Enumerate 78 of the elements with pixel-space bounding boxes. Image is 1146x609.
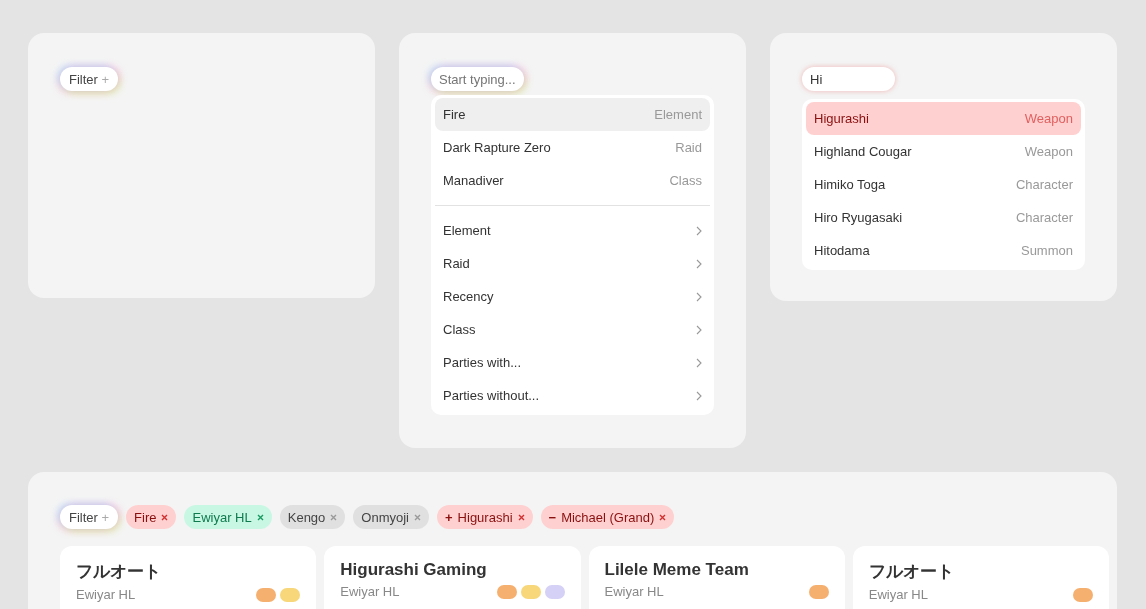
remove-icon[interactable] <box>330 513 338 521</box>
party-subtitle: Ewiyar HL <box>340 584 400 599</box>
category-label: Class <box>669 173 702 188</box>
party-subtitle: Ewiyar HL <box>76 587 136 602</box>
filter-button[interactable]: Filter + <box>60 505 119 529</box>
remove-icon[interactable] <box>161 513 169 521</box>
result-label: Hiro Ryugasaki <box>814 210 903 225</box>
submenu-item[interactable]: Parties with... <box>435 346 710 379</box>
party-title: Lilele Meme Team <box>604 560 750 580</box>
party-subtitle: Ewiyar HL <box>868 587 928 602</box>
suggestion-label: Fire <box>443 107 466 122</box>
search-field[interactable]: Start typing... <box>431 67 524 91</box>
category-label: Weapon <box>1024 144 1073 159</box>
filter-chip[interactable]: + Higurashi <box>437 505 533 529</box>
filter-button[interactable]: Filter + <box>60 67 119 91</box>
chip-label: Kengo <box>287 509 326 525</box>
filter-chip[interactable]: − Michael (Grand) <box>540 505 675 529</box>
remove-icon[interactable] <box>517 513 525 521</box>
chip-prefix: − <box>548 509 557 525</box>
chip-label: Higurashi <box>457 509 513 525</box>
result-item[interactable]: Hiro Ryugasaki Character <box>806 201 1081 234</box>
chevron-icon <box>696 324 702 335</box>
submenu-item[interactable]: Element <box>435 214 710 247</box>
suggestion-label: Manadiver <box>443 173 504 188</box>
submenu-item[interactable]: Class <box>435 313 710 346</box>
suggestion-item[interactable]: Fire Element <box>435 98 710 131</box>
result-label: Higurashi <box>814 111 869 126</box>
result-item[interactable]: Himiko Toga Character <box>806 168 1081 201</box>
submenu-item[interactable]: Recency <box>435 280 710 313</box>
chevron-icon <box>696 390 702 401</box>
submenu-item[interactable]: Parties without... <box>435 379 710 412</box>
chip-label: Michael (Grand) <box>561 509 655 525</box>
submenu-item[interactable]: Raid <box>435 247 710 280</box>
suggestion-label: Dark Rapture Zero <box>443 140 551 155</box>
result-item[interactable]: Highland Cougar Weapon <box>806 135 1081 168</box>
filter-chip[interactable]: Fire <box>126 505 177 529</box>
category-label: Character <box>1015 177 1073 192</box>
category-label: Raid <box>675 140 702 155</box>
submenu-label: Parties without... <box>443 388 540 403</box>
party-subtitle: Ewiyar HL <box>604 584 664 599</box>
chevron-icon <box>696 291 702 302</box>
chip-label: Onmyoji <box>361 509 409 525</box>
result-item[interactable]: Higurashi Weapon <box>806 102 1081 135</box>
suggestion-item[interactable]: Manadiver Class <box>435 164 710 197</box>
category-label: Weapon <box>1024 111 1073 126</box>
submenu-label: Parties with... <box>443 355 522 370</box>
party-card[interactable]: フルオート Ewiyar HL <box>60 546 317 609</box>
chevron-icon <box>696 258 702 269</box>
remove-icon[interactable] <box>414 513 421 521</box>
filter-chip[interactable]: Kengo <box>279 505 346 529</box>
submenu-label: Element <box>443 223 491 238</box>
filter-chip[interactable]: Ewiyar HL <box>184 505 272 529</box>
submenu-label: Class <box>443 322 476 337</box>
result-label: Himiko Toga <box>814 177 886 192</box>
category-label: Element <box>654 107 702 122</box>
chip-prefix: + <box>445 509 453 525</box>
remove-icon[interactable] <box>256 513 264 521</box>
result-label: Highland Cougar <box>814 144 912 159</box>
party-title: フルオート <box>76 561 162 583</box>
suggestion-item[interactable]: Dark Rapture Zero Raid <box>435 131 710 164</box>
remove-icon[interactable] <box>659 513 667 521</box>
chevron-icon <box>696 225 702 236</box>
chip-label: Fire <box>134 509 157 525</box>
category-label: Character <box>1015 210 1073 225</box>
party-title: Higurashi Gaming <box>340 560 488 580</box>
category-label: Summon <box>1020 243 1073 258</box>
submenu-label: Raid <box>443 256 470 271</box>
party-card[interactable]: Higurashi Gaming Ewiyar HL <box>324 546 581 609</box>
submenu-label: Recency <box>443 289 494 304</box>
result-item[interactable]: Hitodama Summon <box>806 234 1081 267</box>
chip-label: Ewiyar HL <box>192 509 252 525</box>
party-card[interactable]: フルオート Ewiyar HL <box>852 546 1109 609</box>
party-title: フルオート <box>868 561 955 583</box>
filter-chip[interactable]: Onmyoji <box>353 505 429 529</box>
result-label: Hitodama <box>814 243 870 258</box>
chevron-icon <box>696 357 702 368</box>
party-card[interactable]: Lilele Meme Team Ewiyar HL <box>588 546 845 609</box>
search-field[interactable]: Hi <box>802 67 895 91</box>
